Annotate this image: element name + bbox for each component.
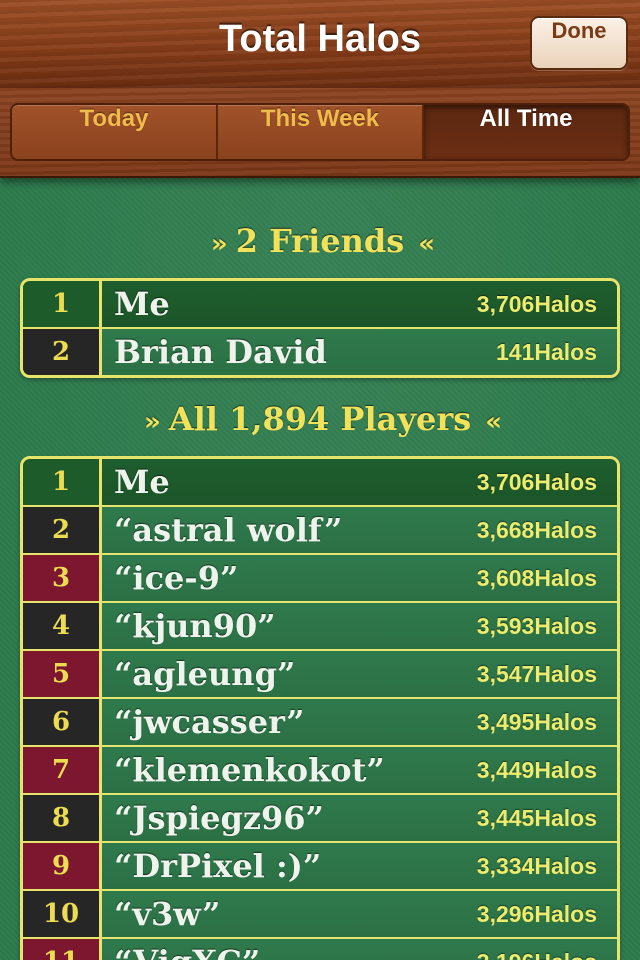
player-name: Brian David [114, 333, 327, 371]
rank-number: 11 [23, 939, 102, 960]
navigation-bar: Total Halos Done [0, 0, 640, 89]
rank-number: 5 [23, 651, 102, 697]
player-score: 3,296Halos [476, 900, 597, 927]
player-cell: Me 3,706Halos [102, 459, 617, 505]
time-range-segmented-control: Today This Week All Time [10, 103, 630, 161]
player-score: 3,334Halos [476, 852, 597, 879]
rank-number: 1 [23, 281, 102, 327]
tab-today[interactable]: Today [12, 105, 216, 159]
segment-bar: Today This Week All Time [0, 88, 640, 178]
player-name: “v3w” [114, 895, 221, 933]
leaderboard-row[interactable]: 9 “DrPixel :)” 3,334Halos [23, 841, 617, 889]
player-score: 3,608Halos [476, 564, 597, 591]
player-name: “jwcasser” [114, 703, 305, 741]
player-cell: “ice-9” 3,608Halos [102, 555, 617, 601]
player-name: Me [114, 285, 170, 323]
player-cell: “VigXC” 3,196Halos [102, 939, 617, 960]
leaderboard-row[interactable]: 2 Brian David 141Halos [23, 327, 617, 375]
player-name: “agleung” [114, 655, 296, 693]
double-chevron-right-icon: » [144, 407, 161, 437]
rank-number: 3 [23, 555, 102, 601]
player-name: “Jspiegz96” [114, 799, 324, 837]
player-cell: Me 3,706Halos [102, 281, 617, 327]
leaderboard-row[interactable]: 1 Me 3,706Halos [23, 281, 617, 327]
player-score: 141Halos [495, 338, 597, 365]
player-cell: “kjun90” 3,593Halos [102, 603, 617, 649]
double-chevron-left-icon: « [418, 229, 435, 259]
leaderboard-row[interactable]: 2 “astral wolf” 3,668Halos [23, 505, 617, 553]
friends-section-header: » 2 Friends « [0, 222, 640, 260]
players-leaderboard: 1 Me 3,706Halos 2 “astral wolf” 3,668Halos 3 “i… [20, 456, 620, 960]
player-name: “DrPixel :)” [114, 847, 322, 885]
leaderboard-row[interactable]: 6 “jwcasser” 3,495Halos [23, 697, 617, 745]
rank-number: 4 [23, 603, 102, 649]
leaderboard-row[interactable]: 11 “VigXC” 3,196Halos [23, 937, 617, 960]
rank-number: 1 [23, 459, 102, 505]
player-cell: “astral wolf” 3,668Halos [102, 507, 617, 553]
double-chevron-right-icon: » [210, 229, 228, 259]
player-score: 3,706Halos [476, 468, 597, 495]
player-score: 3,706Halos [476, 290, 597, 317]
player-cell: “Jspiegz96” 3,445Halos [102, 795, 617, 841]
player-cell: “agleung” 3,547Halos [102, 651, 617, 697]
leaderboard-row[interactable]: 7 “klemenkokot” 3,449Halos [23, 745, 617, 793]
player-name: “kjun90” [114, 607, 276, 645]
friends-section-title: 2 Friends [235, 222, 405, 260]
done-button[interactable]: Done [530, 16, 628, 70]
leaderboard-row[interactable]: 10 “v3w” 3,296Halos [23, 889, 617, 937]
player-score: 3,495Halos [476, 708, 597, 735]
player-score: 3,449Halos [476, 756, 597, 783]
rank-number: 2 [23, 329, 102, 375]
players-section-title: All 1,894 Players [168, 400, 472, 438]
player-name: “klemenkokot” [114, 751, 385, 789]
player-cell: “DrPixel :)” 3,334Halos [102, 843, 617, 889]
leaderboard-row[interactable]: 8 “Jspiegz96” 3,445Halos [23, 793, 617, 841]
double-chevron-left-icon: « [485, 407, 502, 437]
player-name: “astral wolf” [114, 511, 343, 549]
friends-leaderboard: 1 Me 3,706Halos 2 Brian David 141Halos [20, 278, 620, 378]
rank-number: 6 [23, 699, 102, 745]
player-score: 3,547Halos [476, 660, 597, 687]
tab-this-week[interactable]: This Week [216, 105, 422, 159]
leaderboard-row[interactable]: 1 Me 3,706Halos [23, 459, 617, 505]
player-cell: Brian David 141Halos [102, 329, 617, 375]
tab-all-time[interactable]: All Time [422, 105, 628, 159]
player-name: Me [114, 463, 170, 501]
player-cell: “jwcasser” 3,495Halos [102, 699, 617, 745]
player-score: 3,196Halos [477, 949, 597, 960]
players-section-header: » All 1,894 Players « [0, 400, 640, 438]
rank-number: 8 [23, 795, 102, 841]
leaderboard-row[interactable]: 4 “kjun90” 3,593Halos [23, 601, 617, 649]
player-cell: “klemenkokot” 3,449Halos [102, 747, 617, 793]
rank-number: 2 [23, 507, 102, 553]
leaderboard-row[interactable]: 3 “ice-9” 3,608Halos [23, 553, 617, 601]
player-name: “VigXC” [114, 943, 260, 960]
rank-number: 10 [23, 891, 102, 937]
rank-number: 9 [23, 843, 102, 889]
player-score: 3,593Halos [476, 612, 597, 639]
player-score: 3,445Halos [476, 804, 597, 831]
player-score: 3,668Halos [476, 516, 597, 543]
rank-number: 7 [23, 747, 102, 793]
leaderboard-row[interactable]: 5 “agleung” 3,547Halos [23, 649, 617, 697]
player-cell: “v3w” 3,296Halos [102, 891, 617, 937]
player-name: “ice-9” [114, 559, 239, 597]
